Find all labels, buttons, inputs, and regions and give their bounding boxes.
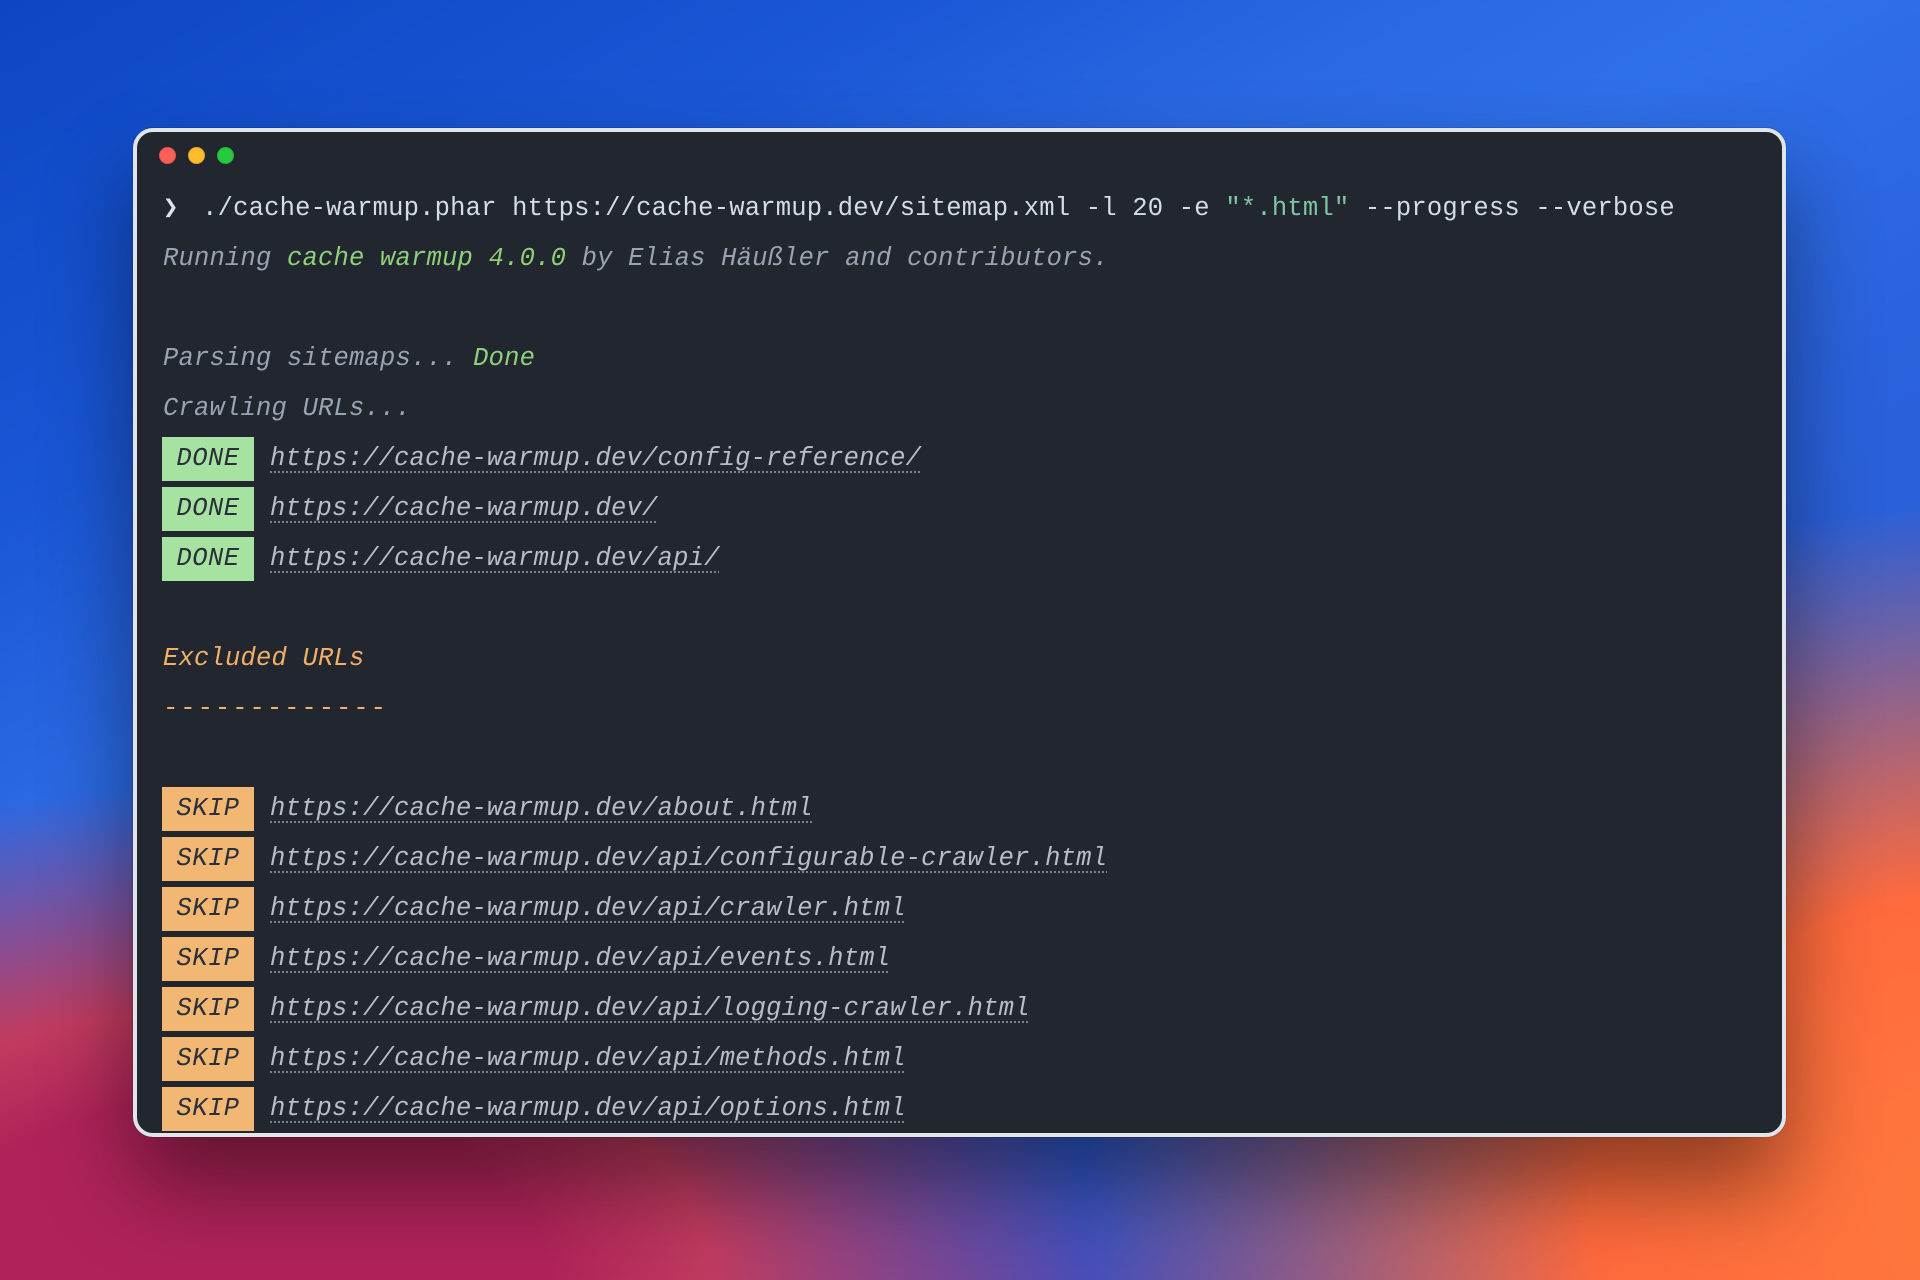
excluded-title: Excluded URLs xyxy=(163,634,1756,684)
running-prefix: Running xyxy=(163,244,287,273)
status-badge-done: DONE xyxy=(162,537,254,581)
terminal-content[interactable]: ❯ ./cache-warmup.phar https://cache-warm… xyxy=(137,178,1782,1134)
url-link[interactable]: https://cache-warmup.dev/config-referenc… xyxy=(270,434,921,484)
command-flags-b: --progress --verbose xyxy=(1365,194,1675,223)
terminal-window: ❯ ./cache-warmup.phar https://cache-warm… xyxy=(133,128,1786,1137)
status-badge-skip: SKIP xyxy=(162,787,254,831)
status-row: DONE https://cache-warmup.dev/api/ xyxy=(163,534,1756,584)
crawling-line: Crawling URLs... xyxy=(163,384,1756,434)
command: ./cache-warmup.phar xyxy=(202,194,497,223)
url-link[interactable]: https://cache-warmup.dev/api/crawler.htm… xyxy=(270,884,906,934)
url-link[interactable]: https://cache-warmup.dev/api/events.html xyxy=(270,934,890,984)
prompt-line: ❯ ./cache-warmup.phar https://cache-warm… xyxy=(163,184,1756,234)
parsing-label: Parsing sitemaps... xyxy=(163,344,473,373)
status-row: SKIP https://cache-warmup.dev/api/option… xyxy=(163,1084,1756,1134)
done-rows: DONE https://cache-warmup.dev/config-ref… xyxy=(163,434,1756,584)
prompt-symbol: ❯ xyxy=(163,194,179,223)
status-badge-skip: SKIP xyxy=(162,837,254,881)
url-link[interactable]: https://cache-warmup.dev/api/logging-cra… xyxy=(270,984,1030,1034)
status-row: SKIP https://cache-warmup.dev/api/method… xyxy=(163,1034,1756,1084)
status-row: SKIP https://cache-warmup.dev/api/loggin… xyxy=(163,984,1756,1034)
parsing-line: Parsing sitemaps... Done xyxy=(163,334,1756,384)
running-line: Running cache warmup 4.0.0 by Elias Häuß… xyxy=(163,234,1756,284)
parsing-status: Done xyxy=(473,344,535,373)
window-close-button[interactable] xyxy=(159,147,176,164)
url-link[interactable]: https://cache-warmup.dev/about.html xyxy=(270,784,813,834)
status-row: DONE https://cache-warmup.dev/ xyxy=(163,484,1756,534)
status-badge-done: DONE xyxy=(162,487,254,531)
url-link[interactable]: https://cache-warmup.dev/ xyxy=(270,484,658,534)
window-zoom-button[interactable] xyxy=(217,147,234,164)
status-badge-done: DONE xyxy=(162,437,254,481)
command-pattern: "*.html" xyxy=(1225,194,1349,223)
status-badge-skip: SKIP xyxy=(162,1087,254,1131)
url-link[interactable]: https://cache-warmup.dev/api/methods.htm… xyxy=(270,1034,906,1084)
status-badge-skip: SKIP xyxy=(162,937,254,981)
skip-rows: SKIP https://cache-warmup.dev/about.html… xyxy=(163,784,1756,1134)
status-row: SKIP https://cache-warmup.dev/api/config… xyxy=(163,834,1756,884)
app-name-version: cache warmup 4.0.0 xyxy=(287,244,566,273)
running-suffix: by Elias Häußler and contributors. xyxy=(566,244,1109,273)
url-link[interactable]: https://cache-warmup.dev/api/configurabl… xyxy=(270,834,1107,884)
status-row: DONE https://cache-warmup.dev/config-ref… xyxy=(163,434,1756,484)
command-arg: https://cache-warmup.dev/sitemap.xml xyxy=(512,194,1070,223)
status-badge-skip: SKIP xyxy=(162,987,254,1031)
url-link[interactable]: https://cache-warmup.dev/api/options.htm… xyxy=(270,1084,906,1134)
status-row: SKIP https://cache-warmup.dev/about.html xyxy=(163,784,1756,834)
status-badge-skip: SKIP xyxy=(162,1037,254,1081)
window-titlebar xyxy=(137,132,1782,178)
command-flags-a: -l 20 -e xyxy=(1086,194,1210,223)
status-row: SKIP https://cache-warmup.dev/api/events… xyxy=(163,934,1756,984)
status-badge-skip: SKIP xyxy=(162,887,254,931)
status-row: SKIP https://cache-warmup.dev/api/crawle… xyxy=(163,884,1756,934)
excluded-divider: ------------- xyxy=(163,684,1756,734)
url-link[interactable]: https://cache-warmup.dev/api/ xyxy=(270,534,720,584)
window-minimize-button[interactable] xyxy=(188,147,205,164)
